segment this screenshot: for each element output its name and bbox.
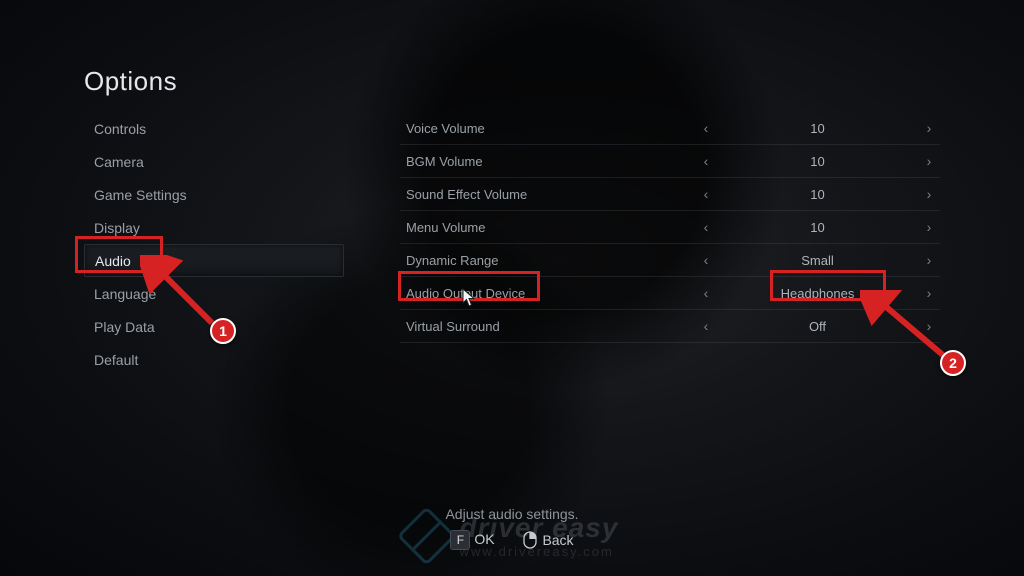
sidebar-item-label: Audio (95, 253, 131, 269)
sidebar-item-play-data[interactable]: Play Data (84, 310, 344, 343)
sidebar: Controls Camera Game Settings Display Au… (84, 112, 344, 376)
setting-row-voice-volume[interactable]: Voice Volume ‹ 10 › (400, 112, 940, 145)
setting-row-menu-volume[interactable]: Menu Volume ‹ 10 › (400, 211, 940, 244)
setting-row-virtual-surround[interactable]: Virtual Surround ‹ Off › (400, 310, 940, 343)
chevron-right-icon[interactable]: › (918, 120, 940, 136)
footer-controls: F OK Back (450, 530, 573, 550)
sidebar-item-audio[interactable]: Audio (84, 244, 344, 277)
sidebar-item-label: Camera (94, 154, 144, 170)
chevron-left-icon[interactable]: ‹ (695, 120, 717, 136)
setting-label: Audio Output Device (400, 286, 695, 301)
page-title: Options (84, 66, 177, 97)
key-f-icon: F (450, 530, 470, 550)
sidebar-item-label: Controls (94, 121, 146, 137)
setting-label: BGM Volume (400, 154, 695, 169)
settings-panel: Voice Volume ‹ 10 › BGM Volume ‹ 10 › So… (400, 112, 940, 343)
sidebar-item-label: Play Data (94, 319, 155, 335)
setting-value: 10 (717, 220, 918, 235)
sidebar-item-controls[interactable]: Controls (84, 112, 344, 145)
chevron-right-icon[interactable]: › (918, 153, 940, 169)
sidebar-item-game-settings[interactable]: Game Settings (84, 178, 344, 211)
sidebar-item-language[interactable]: Language (84, 277, 344, 310)
setting-label: Voice Volume (400, 121, 695, 136)
sidebar-item-default[interactable]: Default (84, 343, 344, 376)
setting-value: Off (717, 319, 918, 334)
footer-hint: Adjust audio settings. (445, 506, 578, 522)
chevron-right-icon[interactable]: › (918, 252, 940, 268)
setting-row-audio-output-device[interactable]: Audio Output Device ‹ Headphones › (400, 277, 940, 310)
chevron-left-icon[interactable]: ‹ (695, 153, 717, 169)
chevron-left-icon[interactable]: ‹ (695, 186, 717, 202)
setting-label: Sound Effect Volume (400, 187, 695, 202)
chevron-left-icon[interactable]: ‹ (695, 318, 717, 334)
sidebar-item-label: Language (94, 286, 156, 302)
sidebar-item-label: Display (94, 220, 140, 236)
sidebar-item-camera[interactable]: Camera (84, 145, 344, 178)
footer: Adjust audio settings. F OK Back (0, 506, 1024, 550)
ok-hint: F OK (450, 530, 494, 550)
setting-label: Menu Volume (400, 220, 695, 235)
setting-label: Virtual Surround (400, 319, 695, 334)
setting-label: Dynamic Range (400, 253, 695, 268)
back-hint: Back (521, 531, 574, 549)
setting-value: Small (717, 253, 918, 268)
chevron-right-icon[interactable]: › (918, 219, 940, 235)
setting-value: 10 (717, 154, 918, 169)
sidebar-item-label: Default (94, 352, 138, 368)
chevron-left-icon[interactable]: ‹ (695, 285, 717, 301)
setting-row-dynamic-range[interactable]: Dynamic Range ‹ Small › (400, 244, 940, 277)
chevron-left-icon[interactable]: ‹ (695, 252, 717, 268)
sidebar-item-display[interactable]: Display (84, 211, 344, 244)
back-label: Back (542, 532, 573, 548)
chevron-right-icon[interactable]: › (918, 186, 940, 202)
ok-label: OK (474, 531, 494, 547)
chevron-right-icon[interactable]: › (918, 318, 940, 334)
chevron-right-icon[interactable]: › (918, 285, 940, 301)
chevron-left-icon[interactable]: ‹ (695, 219, 717, 235)
setting-value: Headphones (717, 286, 918, 301)
mouse-right-icon (521, 531, 539, 549)
setting-row-bgm-volume[interactable]: BGM Volume ‹ 10 › (400, 145, 940, 178)
setting-value: 10 (717, 187, 918, 202)
sidebar-item-label: Game Settings (94, 187, 187, 203)
setting-row-sfx-volume[interactable]: Sound Effect Volume ‹ 10 › (400, 178, 940, 211)
setting-value: 10 (717, 121, 918, 136)
annotation-callout-2: 2 (940, 350, 966, 376)
